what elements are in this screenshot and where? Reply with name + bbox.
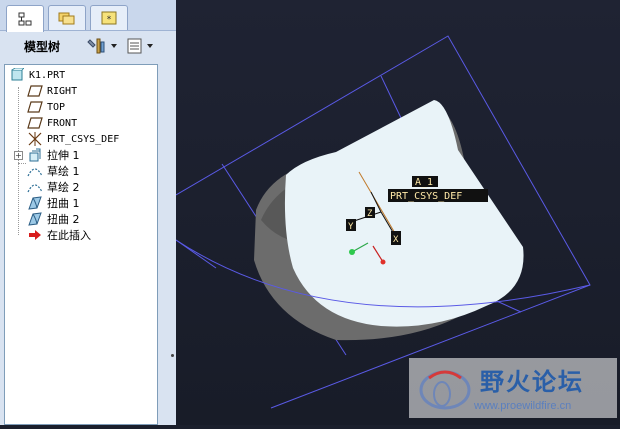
part-top-surface — [284, 100, 524, 327]
y-label: Y — [348, 222, 354, 232]
chevron-down-icon — [111, 44, 117, 48]
tools-icon — [87, 38, 105, 54]
tree-item-sketch-2[interactable]: 草绘 2 — [27, 179, 80, 195]
sketch-icon — [27, 179, 43, 195]
watermark-url: www.proewildfire.cn — [474, 400, 572, 412]
show-button[interactable] — [126, 36, 154, 56]
folder-browser-tab-icon — [58, 12, 75, 25]
tree-item-insert-here[interactable]: 在此插入 — [27, 227, 91, 243]
datum-plane-inner-2 — [380, 75, 402, 119]
settings-button[interactable] — [86, 36, 118, 56]
sketch-icon — [27, 163, 43, 179]
tree-item-warp-2[interactable]: 扭曲 2 — [27, 211, 80, 227]
model-tree-panel: * 模型树 K1.PRT RIGHT TOP FRONT PRT_CSYS_DE… — [0, 0, 176, 425]
splitter-grip[interactable] — [171, 354, 174, 357]
panel-title: 模型树 — [24, 40, 61, 54]
csys-label: PRT_CSYS_DEF — [390, 191, 462, 202]
z-label: Z — [367, 209, 373, 219]
panel-tabs: * — [0, 0, 176, 32]
expand-toggle[interactable]: + — [14, 151, 23, 160]
warp-icon — [27, 211, 43, 227]
tree-item-root[interactable]: K1.PRT — [9, 67, 65, 83]
csys-icon — [27, 131, 43, 147]
favorites-tab-icon: * — [101, 11, 117, 25]
tree-item-csys[interactable]: PRT_CSYS_DEF — [27, 131, 119, 147]
spin-center-green-dot — [349, 249, 355, 255]
tab-favorites[interactable]: * — [90, 5, 128, 30]
tab-folder-browser[interactable] — [48, 5, 86, 30]
tree-item-extrude[interactable]: 拉伸 1 — [27, 147, 80, 163]
axis-label: A_1 — [415, 177, 433, 188]
insert-here-arrow-icon — [27, 227, 43, 243]
chevron-down-icon — [147, 44, 153, 48]
tree-connector — [18, 163, 26, 164]
tree-item-right[interactable]: RIGHT — [27, 83, 77, 99]
svg-text:*: * — [107, 15, 112, 25]
watermark-title: 野火论坛 — [480, 368, 584, 396]
part-icon — [9, 67, 25, 83]
datum-plane-icon — [27, 83, 43, 99]
x-label: X — [393, 235, 399, 245]
model-tree: K1.PRT RIGHT TOP FRONT PRT_CSYS_DEF + 拉伸… — [4, 64, 158, 425]
warp-icon — [27, 195, 43, 211]
tree-item-top[interactable]: TOP — [27, 99, 65, 115]
spin-center-red-dot — [380, 259, 386, 265]
datum-plane-icon — [27, 99, 43, 115]
tab-model-tree[interactable] — [6, 5, 44, 32]
model-tree-tab-icon — [18, 12, 32, 26]
watermark-logo — [419, 370, 471, 410]
extrude-icon — [27, 147, 43, 163]
model-tree-toolbar: 模型树 — [0, 32, 176, 60]
list-icon — [127, 38, 142, 54]
tree-item-warp-1[interactable]: 扭曲 1 — [27, 195, 80, 211]
tree-item-sketch-1[interactable]: 草绘 1 — [27, 163, 80, 179]
tree-connector — [18, 87, 19, 235]
datum-plane-icon — [27, 115, 43, 131]
panel-splitter[interactable] — [160, 64, 174, 425]
tree-item-front[interactable]: FRONT — [27, 115, 77, 131]
